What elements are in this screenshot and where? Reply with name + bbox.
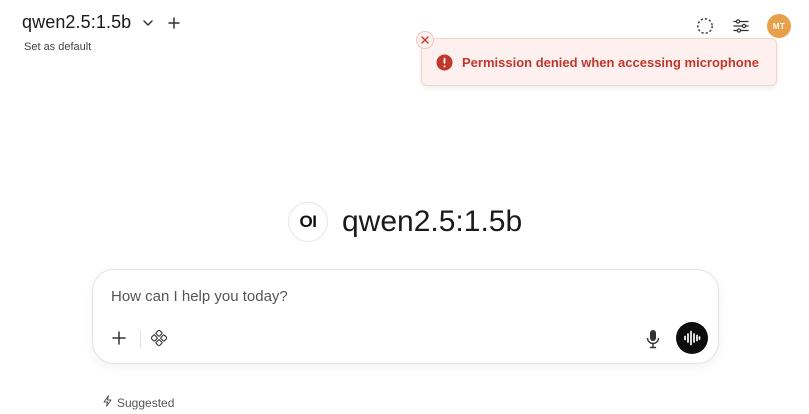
bolt-icon <box>102 395 113 410</box>
suggested-section: Suggested <box>102 395 174 410</box>
set-as-default-link[interactable]: Set as default <box>24 41 91 53</box>
add-model-plus-icon[interactable] <box>167 16 181 30</box>
toast-message: Permission denied when accessing microph… <box>462 54 759 70</box>
model-name[interactable]: qwen2.5:1.5b <box>22 12 131 33</box>
header-actions: MT <box>695 14 791 38</box>
chevron-down-icon[interactable] <box>141 16 155 30</box>
hero-model-name: qwen2.5:1.5b <box>342 205 523 238</box>
hero-title: OI qwen2.5:1.5b <box>288 202 522 242</box>
close-icon[interactable] <box>416 31 434 49</box>
settings-sliders-icon[interactable] <box>731 16 751 36</box>
suggested-label: Suggested <box>117 395 175 410</box>
chat-input[interactable] <box>111 288 671 305</box>
audio-waveform-icon <box>684 330 701 346</box>
attach-plus-icon[interactable] <box>111 330 127 346</box>
error-circle-icon <box>436 54 453 71</box>
chat-input-box <box>92 269 719 364</box>
voice-mode-button[interactable] <box>676 322 708 354</box>
error-toast: Permission denied when accessing microph… <box>416 31 777 86</box>
temporary-chat-icon[interactable] <box>695 16 715 36</box>
model-logo: OI <box>288 202 328 242</box>
avatar[interactable]: MT <box>767 14 791 38</box>
chat-toolbar <box>93 322 718 354</box>
model-selector[interactable]: qwen2.5:1.5b <box>22 12 181 33</box>
tools-icon[interactable] <box>151 330 167 346</box>
microphone-icon[interactable] <box>643 328 663 350</box>
divider <box>140 330 141 348</box>
